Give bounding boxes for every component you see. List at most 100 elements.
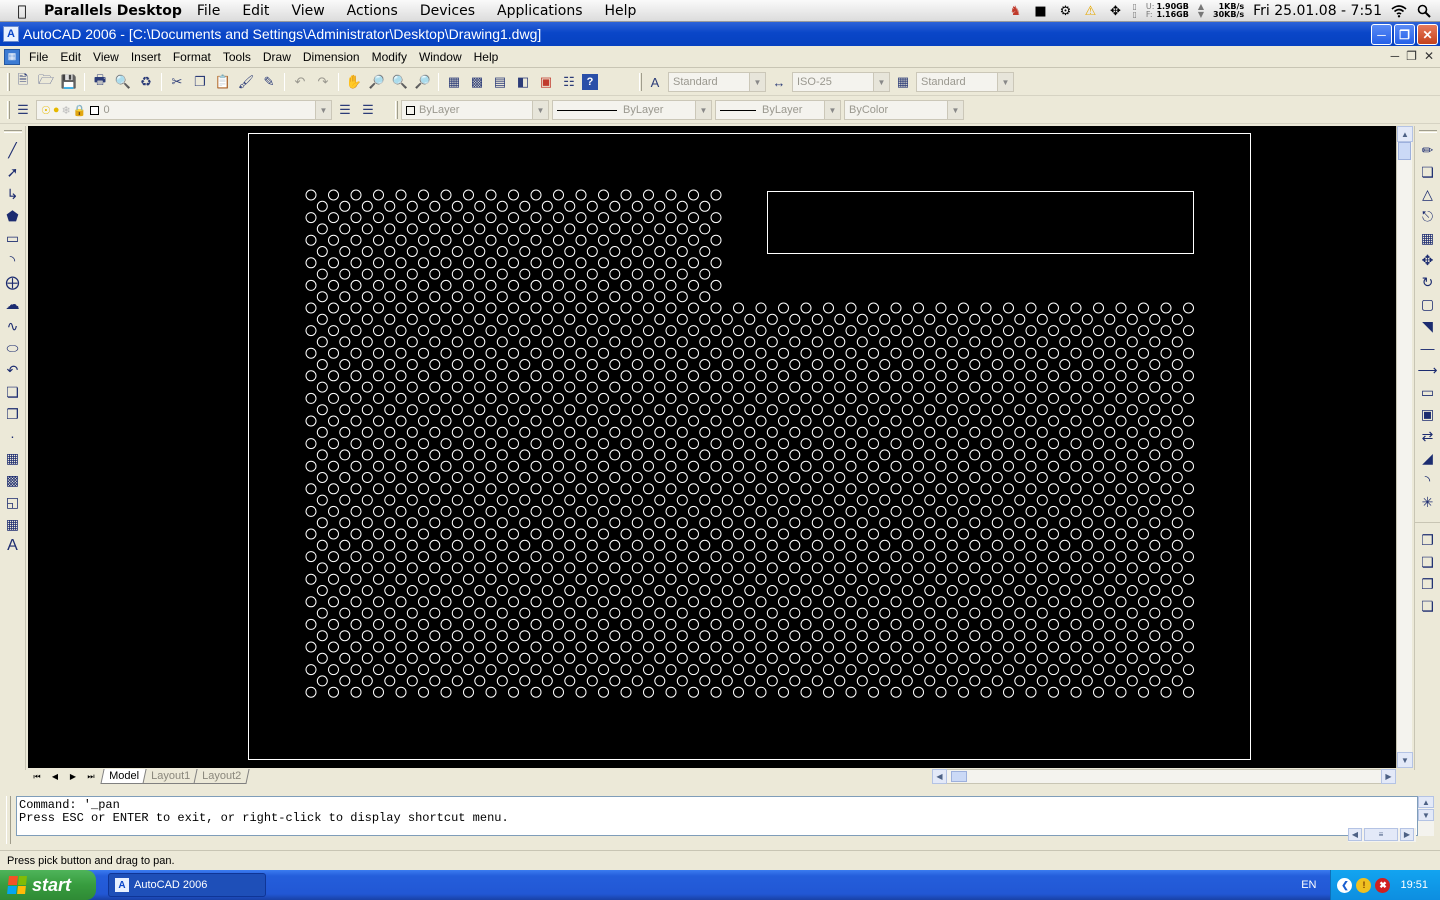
- hole-circle[interactable]: [620, 438, 632, 450]
- hole-circle[interactable]: [800, 664, 812, 676]
- hole-circle[interactable]: [733, 415, 744, 427]
- hole-circle[interactable]: [755, 664, 767, 676]
- hole-circle[interactable]: [1138, 415, 1149, 427]
- hole-circle[interactable]: [496, 539, 508, 551]
- hole-circle[interactable]: [721, 404, 733, 416]
- hole-circle[interactable]: [586, 404, 598, 416]
- hole-circle[interactable]: [676, 675, 688, 687]
- hole-circle[interactable]: [958, 618, 969, 630]
- hole-circle[interactable]: [643, 325, 654, 337]
- hole-circle[interactable]: [328, 370, 339, 382]
- hole-circle[interactable]: [350, 392, 362, 404]
- hole-circle[interactable]: [631, 630, 643, 642]
- hole-circle[interactable]: [823, 686, 834, 698]
- hole-circle[interactable]: [755, 596, 767, 608]
- hole-circle[interactable]: [1093, 325, 1104, 337]
- hole-circle[interactable]: [879, 539, 891, 551]
- hole-circle[interactable]: [856, 585, 868, 596]
- layer-manager-icon[interactable]: ☰: [13, 100, 33, 120]
- hole-circle[interactable]: [811, 449, 823, 461]
- hole-circle[interactable]: [1126, 585, 1138, 596]
- hole-circle[interactable]: [710, 460, 722, 472]
- doc-minimize-icon[interactable]: ─: [1391, 49, 1400, 63]
- hole-circle[interactable]: [980, 438, 992, 450]
- hole-circle[interactable]: [384, 246, 396, 257]
- hole-circle[interactable]: [384, 630, 396, 642]
- hole-circle[interactable]: [688, 528, 699, 540]
- hole-circle[interactable]: [1014, 517, 1026, 529]
- hole-circle[interactable]: [676, 313, 688, 325]
- hole-circle[interactable]: [429, 472, 441, 483]
- hole-circle[interactable]: [856, 404, 868, 416]
- hole-circle[interactable]: [744, 494, 756, 506]
- hole-circle[interactable]: [519, 607, 531, 619]
- hole-circle[interactable]: [924, 426, 936, 438]
- hole-circle[interactable]: [823, 664, 834, 676]
- hole-circle[interactable]: [463, 392, 474, 404]
- hole-circle[interactable]: [519, 359, 531, 370]
- hole-circle[interactable]: [384, 426, 396, 438]
- hole-circle[interactable]: [733, 618, 744, 630]
- hole-circle[interactable]: [744, 336, 756, 348]
- hole-circle[interactable]: [958, 641, 969, 653]
- hole-circle[interactable]: [710, 189, 722, 201]
- hole-circle[interactable]: [316, 223, 328, 235]
- hole-circle[interactable]: [575, 596, 587, 608]
- hole-circle[interactable]: [913, 392, 924, 404]
- hole-circle[interactable]: [1048, 438, 1059, 450]
- hole-circle[interactable]: [1081, 630, 1093, 642]
- dimension-style-icon[interactable]: ↔: [769, 72, 789, 92]
- hole-circle[interactable]: [530, 347, 542, 359]
- hole-circle[interactable]: [1138, 347, 1149, 359]
- hole-circle[interactable]: [1014, 381, 1026, 393]
- hole-circle[interactable]: [665, 370, 677, 382]
- hole-circle[interactable]: [485, 551, 497, 563]
- hole-circle[interactable]: [553, 505, 564, 517]
- hole-circle[interactable]: [418, 212, 429, 224]
- hole-circle[interactable]: [676, 585, 688, 596]
- close-button[interactable]: ✕: [1417, 24, 1438, 45]
- hole-circle[interactable]: [789, 336, 801, 348]
- hole-circle[interactable]: [305, 189, 317, 201]
- hole-circle[interactable]: [395, 347, 407, 359]
- hole-circle[interactable]: [935, 551, 947, 563]
- hole-circle[interactable]: [1070, 483, 1082, 495]
- hole-circle[interactable]: [406, 246, 418, 257]
- hole-circle[interactable]: [530, 189, 542, 201]
- hole-circle[interactable]: [1003, 302, 1014, 314]
- hole-circle[interactable]: [800, 325, 812, 337]
- hole-circle[interactable]: [1003, 460, 1014, 472]
- hole-circle[interactable]: [530, 483, 542, 495]
- scale-icon[interactable]: ▢: [1417, 293, 1439, 315]
- hole-circle[interactable]: [991, 381, 1003, 393]
- hole-circle[interactable]: [373, 438, 384, 450]
- hole-circle[interactable]: [733, 370, 744, 382]
- hole-circle[interactable]: [755, 415, 767, 427]
- hole-circle[interactable]: [508, 279, 519, 291]
- hole-circle[interactable]: [935, 641, 947, 653]
- hole-circle[interactable]: [328, 573, 339, 585]
- hole-circle[interactable]: [811, 404, 823, 416]
- hole-circle[interactable]: [1059, 336, 1071, 348]
- hole-circle[interactable]: [1025, 392, 1037, 404]
- hole-circle[interactable]: [665, 686, 677, 698]
- command-history[interactable]: Command: '_pan Press ESC or ENTER to exi…: [16, 796, 1418, 836]
- hole-circle[interactable]: [305, 302, 317, 314]
- hole-circle[interactable]: [1160, 392, 1172, 404]
- hole-circle[interactable]: [328, 618, 339, 630]
- hole-circle[interactable]: [1070, 551, 1082, 563]
- hole-circle[interactable]: [1036, 426, 1048, 438]
- hole-circle[interactable]: [350, 483, 362, 495]
- hole-circle[interactable]: [519, 381, 531, 393]
- hole-circle[interactable]: [339, 336, 351, 348]
- undo-icon[interactable]: ↶: [290, 72, 310, 92]
- hole-circle[interactable]: [980, 415, 992, 427]
- ellipse-arc-icon[interactable]: ↶: [2, 359, 24, 381]
- hole-circle[interactable]: [991, 652, 1003, 664]
- hole-circle[interactable]: [1070, 618, 1082, 630]
- hole-circle[interactable]: [564, 562, 576, 574]
- hole-circle[interactable]: [1070, 325, 1082, 337]
- hole-circle[interactable]: [609, 426, 621, 438]
- hole-circle[interactable]: [868, 392, 879, 404]
- hole-circle[interactable]: [665, 347, 677, 359]
